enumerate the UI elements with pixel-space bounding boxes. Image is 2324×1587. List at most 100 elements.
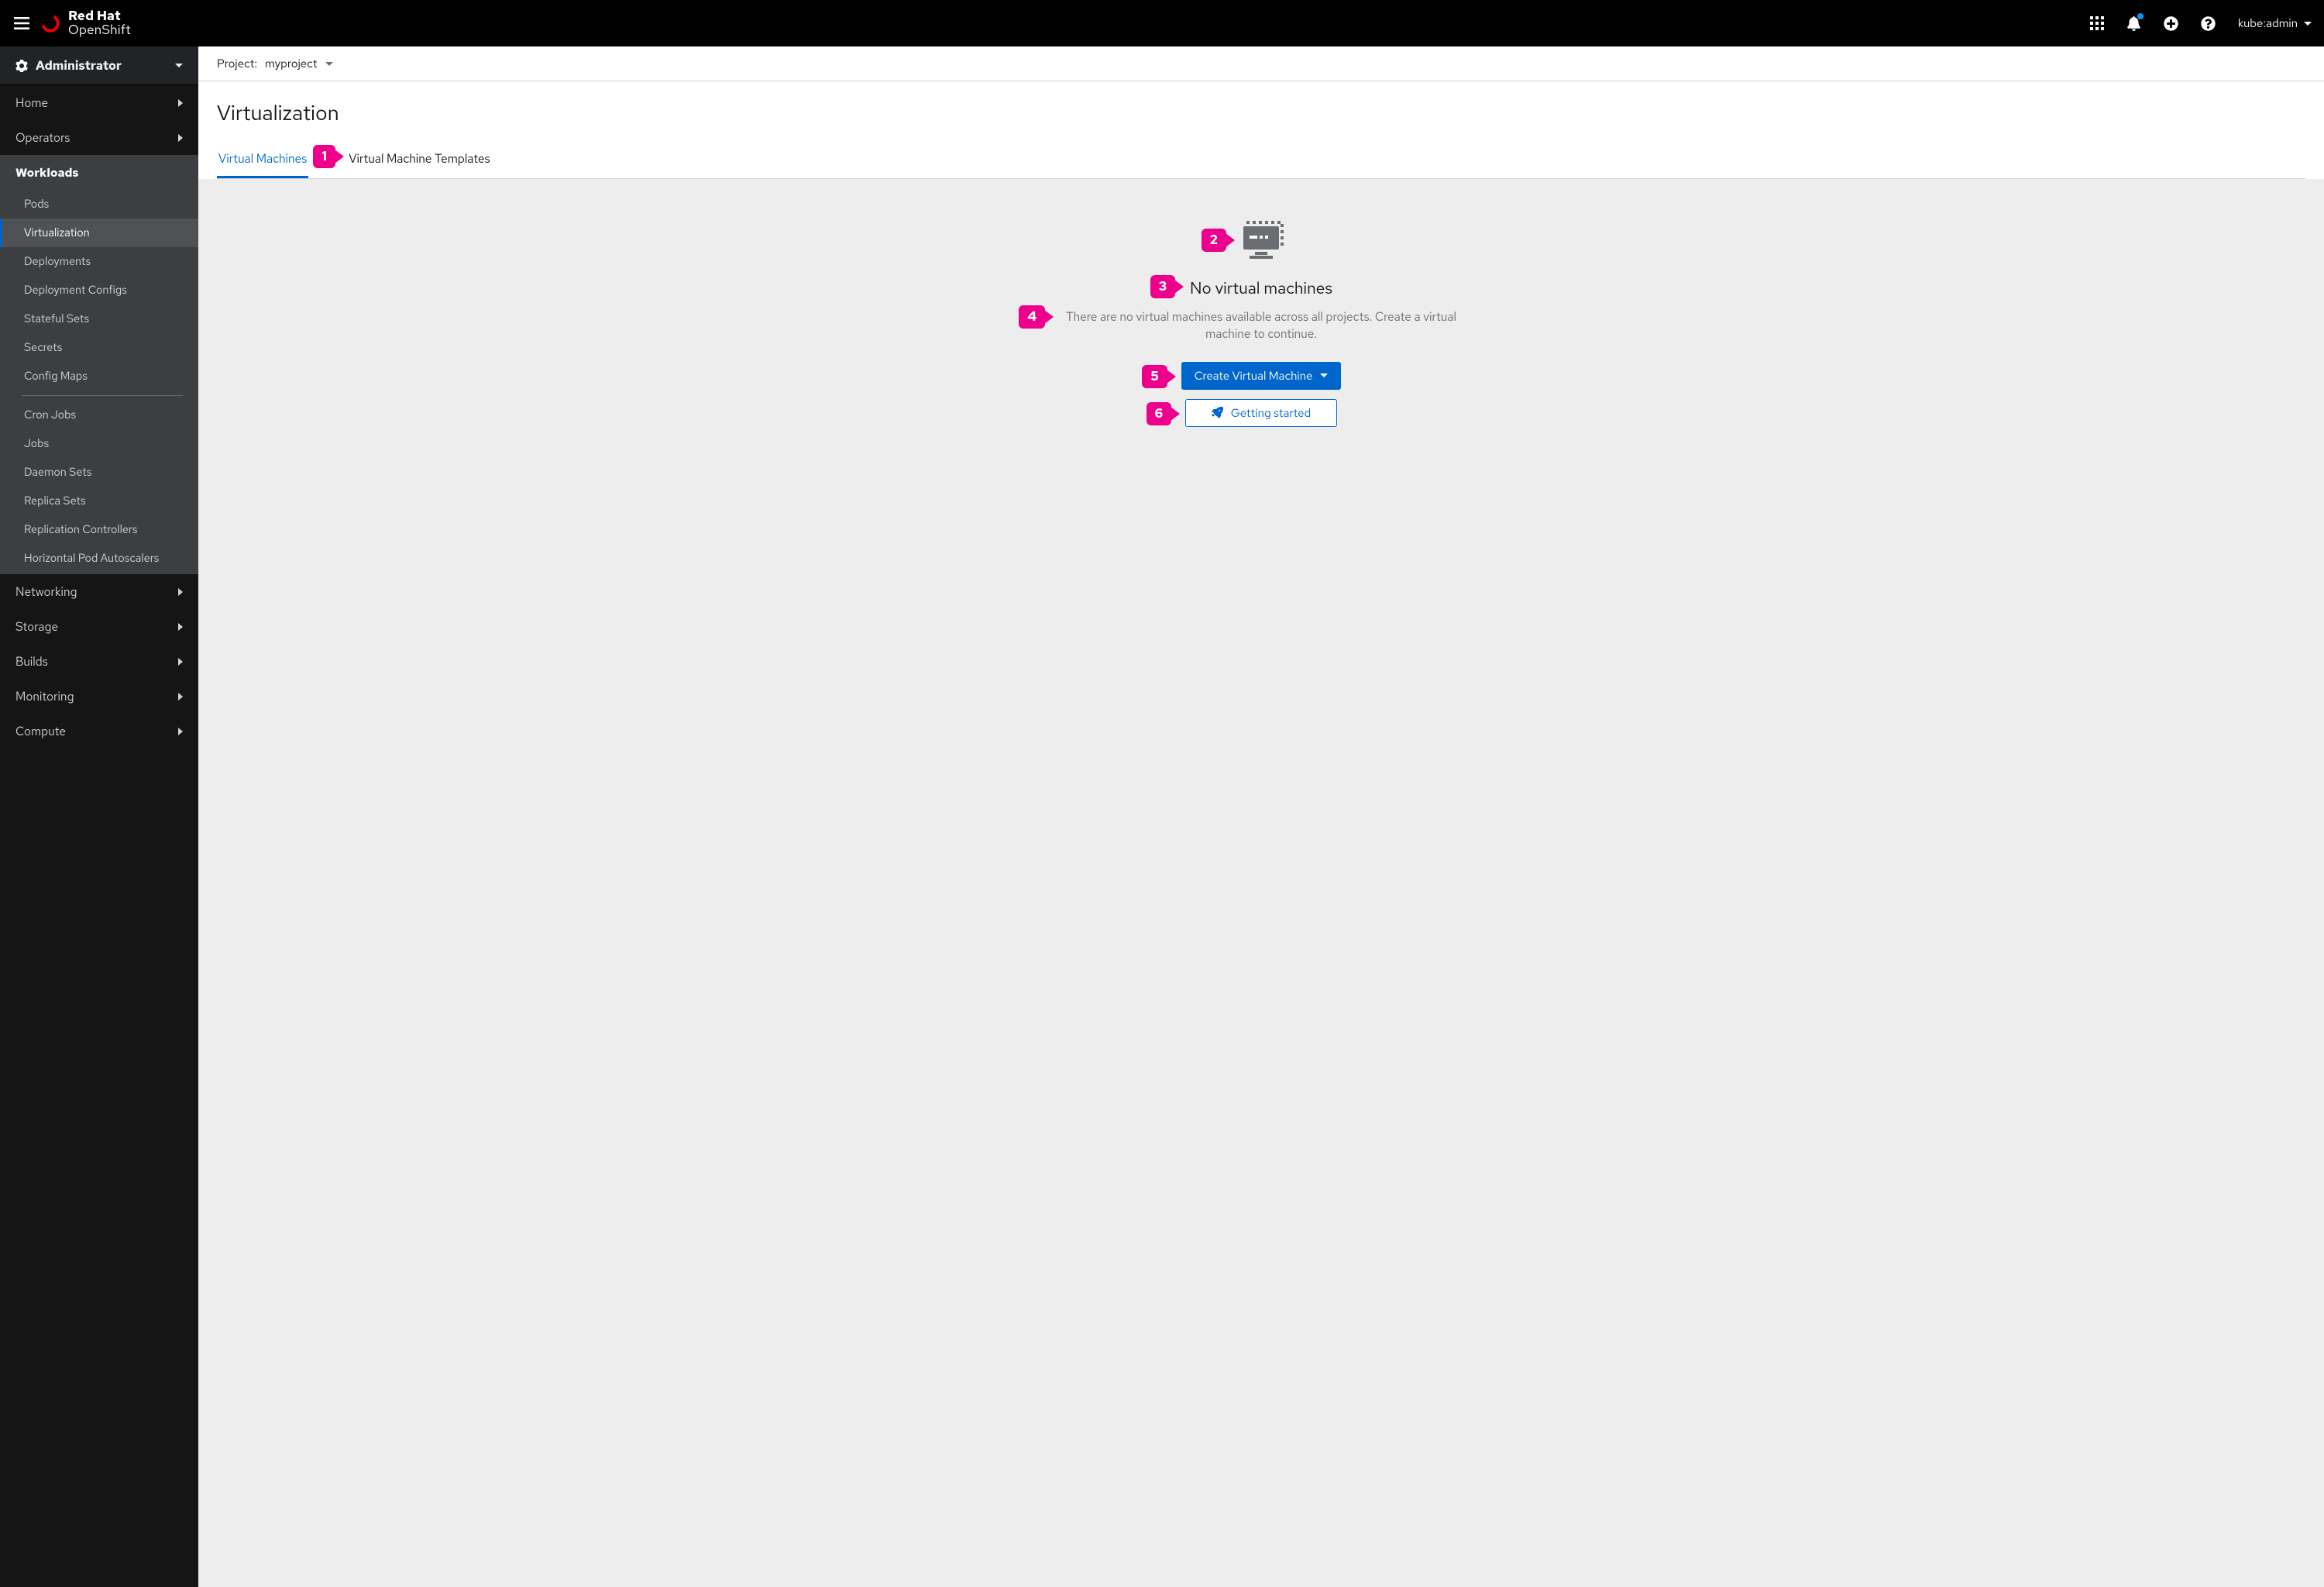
sidebar-item-jobs[interactable]: Jobs <box>0 429 198 458</box>
create-vm-button[interactable]: 5 Create Virtual Machine <box>1181 362 1342 390</box>
import-yaml-button[interactable] <box>2164 15 2179 31</box>
sidebar-item-label: Daemon Sets <box>24 465 91 480</box>
project-selector[interactable]: Project: myproject <box>198 46 2324 81</box>
sidebar-item-label: Networking <box>15 584 77 600</box>
sidebar-item-virtualization[interactable]: Virtualization <box>0 219 198 247</box>
sidebar-item-storage[interactable]: Storage <box>0 609 198 644</box>
sidebar-item-label: Workloads <box>15 164 78 181</box>
sidebar-item-replication-controllers[interactable]: Replication Controllers <box>0 515 198 544</box>
page-title: Virtualization <box>217 100 2305 127</box>
tab-vm-templates[interactable]: Virtual Machine Templates <box>347 143 491 178</box>
chevron-right-icon <box>178 623 183 631</box>
annotation-number: 5 <box>1142 365 1167 388</box>
sidebar-item-daemon-sets[interactable]: Daemon Sets <box>0 458 198 487</box>
sidebar-item-label: Deployment Configs <box>24 283 127 298</box>
sidebar-item-label: Operators <box>15 129 70 146</box>
sidebar-item-monitoring[interactable]: Monitoring <box>0 679 198 714</box>
annotation-number: 3 <box>1150 275 1175 298</box>
sidebar-item-label: Replication Controllers <box>24 522 137 537</box>
perspective-switcher[interactable]: Administrator <box>0 46 198 85</box>
sidebar-item-label: Compute <box>15 723 66 739</box>
tab-label: Virtual Machine Templates <box>349 150 490 167</box>
sidebar-item-config-maps[interactable]: Config Maps <box>0 362 198 391</box>
app-launcher-button[interactable] <box>2089 15 2105 31</box>
annotation-number: 2 <box>1202 229 1226 252</box>
chevron-right-icon <box>178 728 183 735</box>
chevron-right-icon <box>178 99 183 107</box>
annotation-callout: 1 <box>313 145 344 168</box>
rocket-icon <box>1212 407 1223 418</box>
annotation-callout: 2 <box>1202 229 1235 252</box>
sidebar-item-label: Secrets <box>24 340 62 355</box>
annotation-callout: 4 <box>1019 305 1054 329</box>
annotation-callout: 5 <box>1142 365 1175 388</box>
help-button[interactable] <box>2201 15 2216 31</box>
empty-state: 2 3 No virtual machines 4 There are no v… <box>975 221 1548 427</box>
chevron-right-icon <box>178 134 183 142</box>
sidebar-nav: Administrator Home Operators Workloads P… <box>0 46 198 1587</box>
main: Project: myproject Virtualization Virtua… <box>198 46 2324 1587</box>
redhat-logo-icon <box>40 13 60 33</box>
annotation-arrow-icon <box>335 150 344 164</box>
sidebar-item-operators[interactable]: Operators <box>0 120 198 155</box>
annotation-arrow-icon <box>1167 370 1176 384</box>
annotation-arrow-icon <box>1174 280 1184 294</box>
sidebar-item-workloads[interactable]: Workloads <box>0 155 198 190</box>
button-label: Create Virtual Machine <box>1195 368 1313 384</box>
project-prefix: Project: <box>217 56 257 71</box>
empty-body: 4 There are no virtual machines availabl… <box>1060 308 1463 343</box>
sidebar-item-secrets[interactable]: Secrets <box>0 333 198 362</box>
sidebar-item-builds[interactable]: Builds <box>0 644 198 679</box>
sidebar-item-label: Monitoring <box>15 688 74 704</box>
sidebar-item-label: Home <box>15 95 48 111</box>
notification-dot-icon <box>2137 13 2144 19</box>
empty-illustration: 2 <box>975 221 1548 260</box>
sidebar-item-label: Stateful Sets <box>24 312 89 326</box>
sidebar-item-compute[interactable]: Compute <box>0 714 198 749</box>
sidebar-item-label: Horizontal Pod Autoscalers <box>24 551 159 566</box>
sidebar-item-label: Config Maps <box>24 369 88 384</box>
button-label: Getting started <box>1231 405 1312 421</box>
hamburger-menu-button[interactable] <box>6 8 37 39</box>
sidebar-item-replica-sets[interactable]: Replica Sets <box>0 487 198 515</box>
masthead: Red Hat OpenShift kube:admin <box>0 0 2324 46</box>
annotation-number: 4 <box>1019 305 1045 329</box>
sidebar-item-deployment-configs[interactable]: Deployment Configs <box>0 276 198 305</box>
sidebar-item-horizontal-pod-autoscalers[interactable]: Horizontal Pod Autoscalers <box>0 544 198 573</box>
help-icon <box>2201 16 2216 31</box>
vm-empty-icon <box>1239 221 1284 260</box>
annotation-number: 1 <box>313 145 335 168</box>
sidebar-item-label: Builds <box>15 653 48 670</box>
tab-label: Virtual Machines <box>218 150 307 167</box>
sidebar-item-label: Virtualization <box>24 225 90 240</box>
sidebar-item-stateful-sets[interactable]: Stateful Sets <box>0 305 198 333</box>
username: kube:admin <box>2238 15 2298 31</box>
project-name: myproject <box>265 56 317 71</box>
chevron-right-icon <box>178 658 183 666</box>
empty-heading: 3 No virtual machines <box>1190 278 1332 299</box>
chevron-down-icon <box>175 64 183 67</box>
sidebar-item-pods[interactable]: Pods <box>0 190 198 219</box>
chevron-down-icon <box>325 62 333 66</box>
user-menu[interactable]: kube:admin <box>2238 15 2312 31</box>
empty-heading-text: No virtual machines <box>1190 278 1332 299</box>
notifications-button[interactable] <box>2126 15 2142 31</box>
sidebar-item-label: Pods <box>24 197 49 212</box>
sidebar-item-cron-jobs[interactable]: Cron Jobs <box>0 401 198 429</box>
tab-virtual-machines[interactable]: Virtual Machines 1 <box>217 143 308 178</box>
sidebar-item-deployments[interactable]: Deployments <box>0 247 198 276</box>
perspective-label: Administrator <box>36 57 122 74</box>
sidebar-item-networking[interactable]: Networking <box>0 574 198 609</box>
annotation-callout: 3 <box>1150 275 1184 298</box>
sidebar-item-label: Jobs <box>24 436 49 451</box>
page-head: Virtualization Virtual Machines 1 Virtua… <box>198 81 2324 179</box>
empty-body-text: There are no virtual machines available … <box>1066 308 1456 342</box>
annotation-callout: 6 <box>1147 402 1180 425</box>
getting-started-button[interactable]: 6 Getting started <box>1185 399 1337 427</box>
sidebar-section-workloads: Workloads Pods Virtualization Deployment… <box>0 155 198 574</box>
sidebar-item-home[interactable]: Home <box>0 85 198 120</box>
annotation-arrow-icon <box>1044 310 1054 324</box>
sidebar-item-label: Replica Sets <box>24 494 86 508</box>
content: 2 3 No virtual machines 4 There are no v… <box>198 179 2324 1587</box>
chevron-right-icon <box>178 693 183 701</box>
